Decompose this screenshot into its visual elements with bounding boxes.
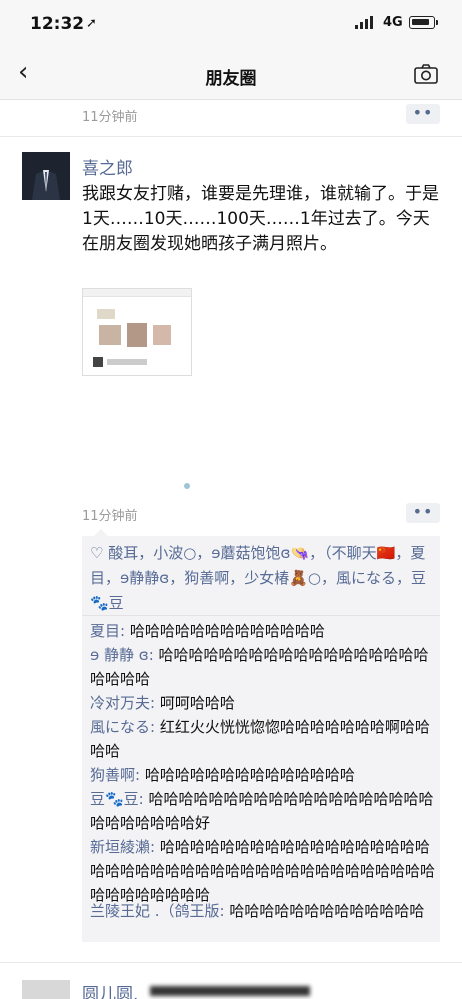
comment-user[interactable]: 冷对万夫:: [90, 694, 155, 712]
comment-user[interactable]: ɘ 静静 ɞ:: [90, 646, 154, 664]
comment-text: 哈哈哈哈哈哈哈哈哈哈哈哈哈哈: [140, 766, 355, 784]
post-text: 我跟女友打赌，谁要是先理谁，谁就输了。于是1天……10天……100天……1年过去…: [82, 184, 439, 254]
page-title: 朋友圈: [205, 69, 257, 89]
comment-user[interactable]: 風になる:: [90, 718, 155, 736]
location-arrow-icon: ➚: [86, 16, 97, 31]
comment-text: 哈哈哈哈哈哈哈哈哈哈哈哈哈: [224, 902, 425, 920]
divider: [82, 615, 440, 616]
post-image[interactable]: [82, 288, 192, 376]
comment-text: 呵呵哈哈哈: [155, 694, 235, 712]
post-time: 11分钟前: [82, 110, 138, 125]
redacted-bar: [150, 986, 310, 996]
more-button[interactable]: ••: [406, 104, 440, 124]
signal-icon: [355, 16, 373, 29]
comment[interactable]: 風になる: 红红火火恍恍惚惚哈哈哈哈哈哈哈啊哈哈哈哈: [90, 715, 436, 763]
comment[interactable]: 兰陵王妃 .（鸽王版: 哈哈哈哈哈哈哈哈哈哈哈哈哈: [90, 899, 436, 923]
comment-text: 哈哈哈哈哈哈哈哈哈哈哈哈哈: [125, 622, 325, 640]
comment[interactable]: 新垣綾瀨: 哈哈哈哈哈哈哈哈哈哈哈哈哈哈哈哈哈哈哈哈哈哈哈哈哈哈哈哈哈哈哈哈哈哈…: [90, 835, 436, 907]
comment[interactable]: 冷对万夫: 呵呵哈哈哈: [90, 691, 436, 715]
battery-icon: [409, 16, 438, 29]
suit-avatar-icon: [22, 152, 70, 200]
likes-list[interactable]: ♡ 酸耳，小波○，ɘ蘑菇饱饱ɞ👒，（不聊天🇨🇳，夏目，ɘ静静ɞ，狗善啊，少女椿🧸…: [90, 541, 436, 616]
status-time: 12:32: [30, 14, 85, 34]
comment-user[interactable]: 兰陵王妃 .（鸽王版:: [90, 902, 225, 920]
divider: [0, 962, 462, 963]
more-button[interactable]: ••: [406, 503, 440, 523]
comment-user[interactable]: 豆🐾豆:: [90, 790, 144, 808]
network-type: 4G: [383, 15, 403, 30]
camera-icon[interactable]: [414, 64, 438, 84]
comment-user[interactable]: 狗善啊:: [90, 766, 140, 784]
status-bar: 12:32 ➚ 4G: [0, 0, 462, 48]
location-dot: [184, 483, 190, 489]
comment-user[interactable]: 新垣綾瀨:: [90, 838, 155, 856]
nav-bar: ‹ 朋友圈: [0, 48, 462, 100]
divider: [0, 136, 462, 137]
comment[interactable]: 夏目: 哈哈哈哈哈哈哈哈哈哈哈哈哈: [90, 619, 436, 643]
avatar[interactable]: [22, 152, 70, 200]
comment[interactable]: ɘ 静静 ɞ: 哈哈哈哈哈哈哈哈哈哈哈哈哈哈哈哈哈哈哈哈哈哈: [90, 643, 436, 691]
likes-comments-box: ♡ 酸耳，小波○，ɘ蘑菇饱饱ɞ👒，（不聊天🇨🇳，夏目，ɘ静静ɞ，狗善啊，少女椿🧸…: [82, 529, 440, 942]
comment[interactable]: 狗善啊: 哈哈哈哈哈哈哈哈哈哈哈哈哈哈: [90, 763, 436, 787]
post-author[interactable]: 喜之郎: [82, 154, 133, 179]
avatar[interactable]: [22, 980, 70, 999]
post-time: 11分钟前: [82, 509, 138, 524]
comment[interactable]: 豆🐾豆: 哈哈哈哈哈哈哈哈哈哈哈哈哈哈哈哈哈哈哈哈哈哈哈哈哈哈好: [90, 787, 436, 835]
comment-user[interactable]: 夏目:: [90, 622, 125, 640]
post-author[interactable]: 圆儿圆.: [82, 980, 138, 999]
